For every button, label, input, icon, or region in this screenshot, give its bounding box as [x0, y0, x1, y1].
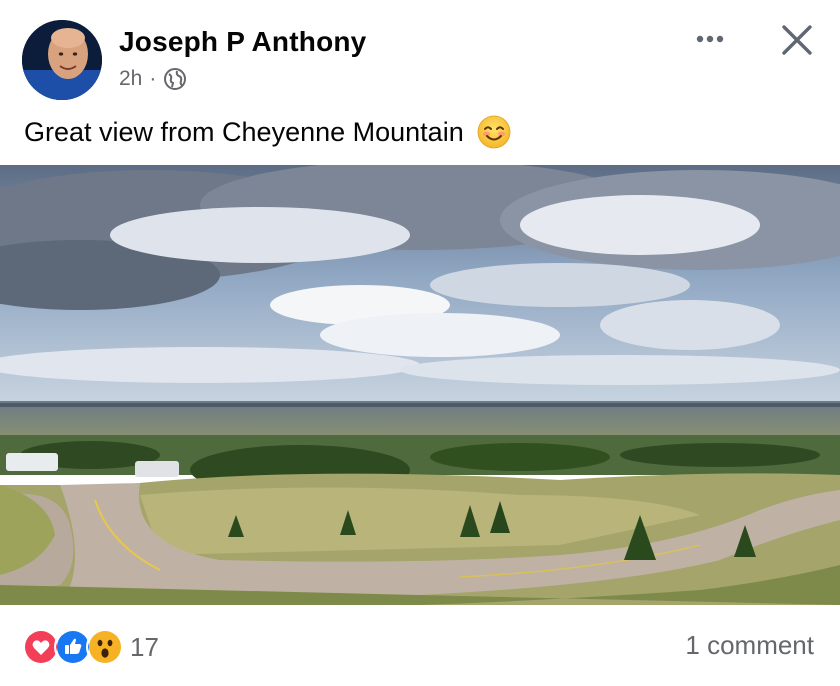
close-icon[interactable]: [779, 22, 815, 58]
reaction-count: 17: [130, 631, 159, 662]
reactions-summary[interactable]: 17: [22, 628, 159, 666]
comment-count[interactable]: 1 comment: [685, 630, 814, 661]
meta-separator: ·: [149, 67, 157, 90]
author-avatar[interactable]: [22, 20, 102, 100]
wow-reaction-icon: [86, 628, 124, 666]
post-header: Joseph P Anthony 2h ·: [0, 0, 840, 110]
smiling-face-icon: [476, 114, 512, 150]
post-meta: 2h ·: [119, 65, 187, 93]
post-time[interactable]: 2h: [119, 67, 142, 91]
post-photo[interactable]: [0, 165, 840, 605]
globe-icon[interactable]: [163, 67, 187, 91]
post-footer: 17 1 comment: [0, 606, 840, 686]
author-name[interactable]: Joseph P Anthony: [119, 26, 366, 58]
post-message: Great view from Cheyenne Mountain: [24, 114, 512, 150]
post-text: Great view from Cheyenne Mountain: [24, 116, 464, 147]
ellipsis-icon[interactable]: [692, 28, 732, 50]
